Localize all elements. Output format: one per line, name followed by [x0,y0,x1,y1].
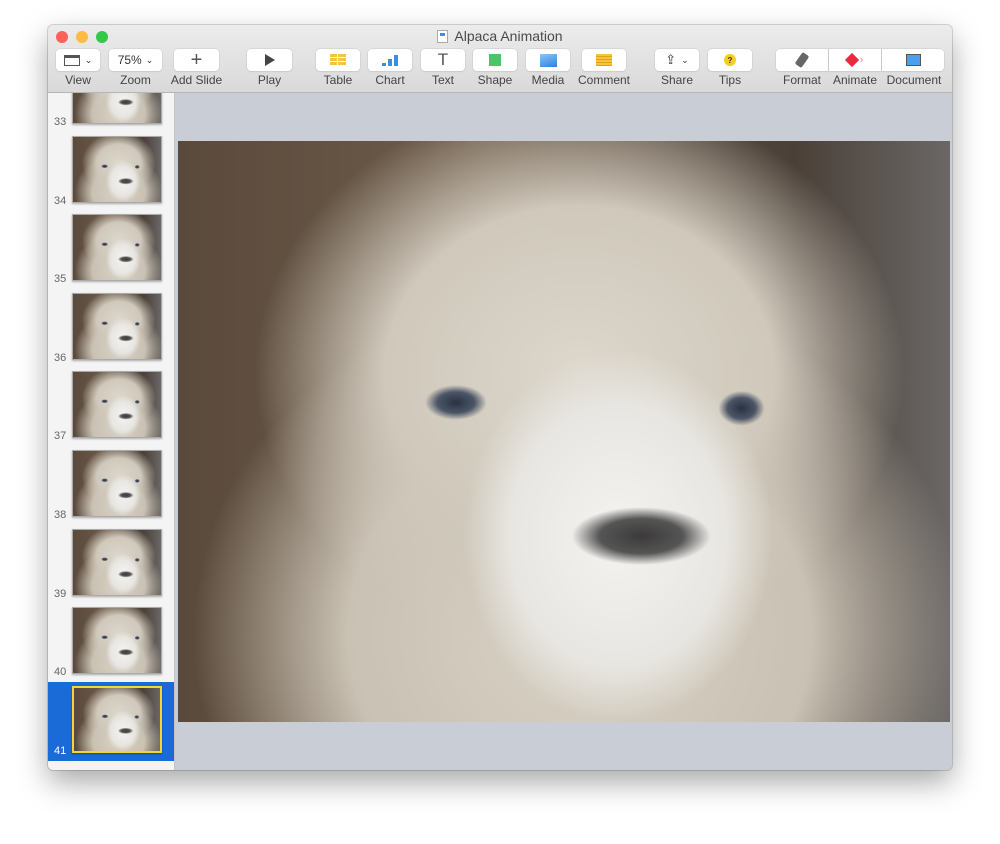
slide-number: 39 [54,587,67,600]
format-label: Format [782,73,821,87]
thumbnail-image[interactable] [72,135,162,203]
play-button[interactable] [247,49,292,71]
zoom-dropdown[interactable]: 75% ⌄ [109,49,162,71]
keynote-document-icon [437,30,449,43]
document-button[interactable] [882,49,944,71]
shape-button[interactable] [473,49,517,71]
play-label: Play [257,73,282,87]
tips-label: Tips [718,73,742,87]
slide-thumbnail-36[interactable]: 36 [48,289,174,368]
comment-button[interactable] [582,49,626,71]
thumbnail-image[interactable] [72,292,162,360]
chart-button[interactable] [368,49,412,71]
slide-number: 40 [54,666,67,679]
thumbnail-image[interactable] [72,528,162,596]
text-label: Text [431,73,454,87]
document-label: Document [886,73,942,87]
document-icon [905,54,921,66]
toolbar: Alpaca Animation ⌄ View 75% ⌄ Zoom + Add … [48,25,952,93]
slide-thumbnail-41[interactable]: 41 [48,681,174,761]
thumbnail-image[interactable] [72,93,162,124]
title-text: Alpaca Animation [454,28,563,44]
alpaca-photo [73,608,161,674]
media-label: Media [531,73,565,87]
thumbnail-image[interactable] [72,607,162,675]
tips-button[interactable]: ? [708,49,752,71]
alpaca-photo [73,451,161,516]
diamond-icon [844,52,859,68]
slide-number: 37 [54,430,67,443]
slide-thumbnail-39[interactable]: 39 [48,525,174,604]
slide-thumbnail-40[interactable]: 40 [48,603,174,682]
slide-number: 41 [54,744,67,757]
window-title: Alpaca Animation [48,28,952,44]
slide-canvas[interactable] [178,141,950,722]
comment-label: Comment [577,73,630,87]
plus-icon: + [190,48,203,71]
zoom-value: 75% [117,53,142,67]
bar-chart-icon [382,55,398,66]
table-icon [330,54,346,66]
chart-label: Chart [375,73,405,87]
alpaca-photo [73,136,161,202]
chevron-right-icon: › [859,54,864,66]
slide-number: 38 [54,509,67,521]
text-icon: T [437,50,449,69]
slide-thumbnail-38[interactable]: 38 [48,446,174,525]
play-icon [264,54,275,66]
slide-number: 33 [54,116,67,128]
comment-icon [596,54,612,66]
sidebar-view-icon [63,54,80,66]
slide-thumbnail-34[interactable]: 34 [48,132,174,211]
share-icon: ⇪ [665,52,677,67]
slide-navigator[interactable]: 33 34 35 36 37 38 39 40 41 [48,93,175,770]
alpaca-photo[interactable] [178,141,950,722]
table-button[interactable] [316,49,360,71]
chevron-down-icon: ⌄ [681,54,689,65]
chevron-down-icon: ⌄ [84,54,93,65]
thumbnail-image[interactable] [72,214,162,282]
animate-label: Animate [832,73,878,87]
view-button[interactable]: ⌄ [56,49,100,71]
share-button[interactable]: ⇪ ⌄ [655,49,699,71]
view-label: View [65,73,91,87]
zoom-label: Zoom [120,73,151,87]
question-icon: ? [724,54,736,66]
chevron-down-icon: ⌄ [145,54,154,65]
format-button[interactable] [776,49,828,71]
square-icon [489,54,501,66]
add-slide-label: Add Slide [170,73,223,87]
slide-thumbnail-33[interactable]: 33 [48,93,174,132]
text-button[interactable]: T [421,49,465,71]
thumbnail-image[interactable] [72,450,162,517]
keynote-window: Alpaca Animation ⌄ View 75% ⌄ Zoom + Add … [48,25,952,770]
animate-button[interactable]: › [829,49,881,71]
slide-number: 36 [54,351,67,364]
slide-number: 35 [54,273,67,286]
alpaca-photo [73,215,161,281]
thumbnail-image[interactable] [72,371,162,439]
slide-thumbnail-35[interactable]: 35 [48,210,174,289]
alpaca-photo [73,93,161,123]
add-slide-button[interactable]: + [174,49,219,71]
slide-number: 34 [54,194,67,207]
alpaca-photo [73,372,161,438]
paintbrush-icon [794,51,810,69]
alpaca-photo [73,293,161,359]
alpaca-photo [73,529,161,595]
shape-label: Shape [477,73,513,87]
media-button[interactable] [526,49,570,71]
alpaca-photo [74,687,160,751]
slide-thumbnail-37[interactable]: 37 [48,367,174,446]
table-label: Table [323,73,353,87]
share-label: Share [660,73,694,87]
image-icon [539,53,557,67]
thumbnail-image[interactable] [72,685,162,753]
